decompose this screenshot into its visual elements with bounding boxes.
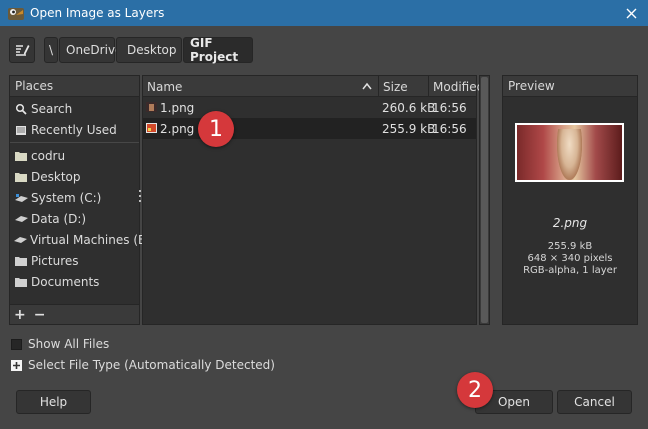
place-label: System (C:) bbox=[31, 190, 102, 205]
column-label: Modified bbox=[433, 79, 485, 94]
preview-panel: Preview 2.png 255.9 kB 648 × 340 pixels … bbox=[502, 75, 638, 325]
file-name: 2.png bbox=[160, 121, 195, 136]
place-label: Virtual Machines (E:) bbox=[30, 232, 155, 247]
button-label: Open bbox=[497, 395, 531, 409]
close-icon bbox=[626, 8, 636, 18]
place-data-d[interactable]: Data (D:) bbox=[10, 208, 139, 229]
places-toolbar: + − bbox=[10, 304, 139, 324]
image-file-icon bbox=[146, 102, 157, 112]
file-list-header: Name Size Modified bbox=[143, 76, 484, 97]
path-crumb-gif-project[interactable]: GIF Project bbox=[183, 36, 253, 64]
places-panel: Places Search Recently Used codru Deskto… bbox=[9, 75, 154, 325]
close-button[interactable] bbox=[614, 0, 648, 26]
help-button[interactable]: Help bbox=[16, 390, 91, 414]
drive-icon bbox=[14, 215, 28, 222]
places-separator bbox=[10, 142, 139, 143]
remove-bookmark-button[interactable]: − bbox=[34, 307, 46, 323]
open-image-dialog: Open Image as Layers \ OneDrive Desktop … bbox=[0, 0, 648, 429]
file-list-scrollbar[interactable] bbox=[479, 75, 490, 325]
file-size: 260.6 kB bbox=[382, 100, 436, 115]
checkbox-label: Show All Files bbox=[28, 337, 110, 351]
file-modified: 16:56 bbox=[432, 100, 467, 115]
place-codru[interactable]: codru bbox=[10, 145, 139, 166]
place-label: Data (D:) bbox=[31, 211, 87, 226]
title-bar: Open Image as Layers bbox=[0, 0, 648, 26]
file-modified: 16:56 bbox=[432, 121, 467, 136]
column-name-header[interactable]: Name bbox=[143, 76, 379, 97]
column-label: Size bbox=[383, 79, 408, 94]
preview-filesize: 255.9 kB bbox=[547, 241, 593, 252]
file-name: 1.png bbox=[160, 100, 195, 115]
file-row-2-selected[interactable]: 2.png 255.9 kB 16:56 bbox=[143, 118, 476, 139]
annotation-badge-2: 2 bbox=[457, 372, 493, 408]
edit-location-icon bbox=[16, 45, 30, 56]
place-system-c[interactable]: System (C:) bbox=[10, 187, 139, 208]
preview-header: Preview bbox=[503, 76, 637, 97]
expander-label: Select File Type (Automatically Detected… bbox=[28, 358, 275, 372]
place-recently-used[interactable]: Recently Used bbox=[10, 119, 139, 140]
checkbox-box bbox=[11, 338, 22, 350]
preview-dimensions: 648 × 340 pixels bbox=[527, 253, 613, 264]
place-label: codru bbox=[31, 148, 66, 163]
crumb-label: GIF Project bbox=[190, 36, 239, 64]
place-label: Recently Used bbox=[31, 122, 117, 137]
column-label: Name bbox=[147, 79, 183, 94]
path-crumb-root[interactable]: \ bbox=[44, 37, 58, 63]
document-stack-icon bbox=[16, 125, 26, 135]
windows-drive-icon bbox=[14, 193, 28, 202]
crumb-label: \ bbox=[48, 43, 54, 57]
folder-icon bbox=[15, 172, 27, 182]
place-label: Documents bbox=[31, 274, 100, 289]
pictures-folder-icon bbox=[15, 256, 27, 266]
image-file-icon bbox=[146, 123, 157, 133]
column-modified-header[interactable]: Modified bbox=[429, 76, 484, 97]
place-pictures[interactable]: Pictures bbox=[10, 250, 139, 271]
place-desktop[interactable]: Desktop bbox=[10, 166, 139, 187]
place-documents[interactable]: Documents bbox=[10, 271, 139, 292]
preview-filename: 2.png bbox=[552, 216, 588, 230]
gimp-app-icon bbox=[8, 8, 24, 20]
path-crumb-onedrive[interactable]: OneDrive bbox=[59, 37, 122, 63]
file-list: Name Size Modified 1.png 260.6 kB 16:56 … bbox=[142, 75, 484, 325]
preview-mode: RGB-alpha, 1 layer bbox=[523, 265, 617, 276]
expander-icon bbox=[11, 359, 22, 371]
annotation-badge-1: 1 bbox=[198, 111, 234, 147]
folder-icon bbox=[15, 151, 27, 161]
crumb-label: OneDrive bbox=[66, 43, 123, 57]
cancel-button[interactable]: Cancel bbox=[557, 390, 632, 414]
scrollbar-thumb[interactable] bbox=[481, 77, 488, 323]
file-row-1[interactable]: 1.png 260.6 kB 16:56 bbox=[143, 97, 476, 118]
button-label: Cancel bbox=[574, 395, 615, 409]
place-label: Search bbox=[31, 101, 73, 116]
places-header: Places bbox=[10, 76, 139, 97]
documents-folder-icon bbox=[15, 277, 27, 287]
place-search[interactable]: Search bbox=[10, 98, 139, 119]
place-label: Desktop bbox=[31, 169, 81, 184]
select-file-type-expander[interactable]: Select File Type (Automatically Detected… bbox=[11, 358, 275, 372]
button-label: Help bbox=[39, 395, 68, 409]
window-title: Open Image as Layers bbox=[30, 6, 165, 20]
add-bookmark-button[interactable]: + bbox=[14, 307, 26, 323]
crumb-label: Desktop bbox=[127, 43, 177, 57]
type-location-button[interactable] bbox=[9, 37, 35, 63]
file-size: 255.9 kB bbox=[382, 121, 436, 136]
search-icon bbox=[15, 103, 27, 115]
preview-thumbnail bbox=[515, 123, 624, 182]
drive-icon bbox=[14, 236, 27, 243]
sort-ascending-icon bbox=[362, 82, 372, 90]
column-size-header[interactable]: Size bbox=[379, 76, 429, 97]
place-label: Pictures bbox=[31, 253, 79, 268]
place-virtual-machines-e[interactable]: Virtual Machines (E:) bbox=[10, 229, 154, 250]
path-crumb-desktop[interactable]: Desktop bbox=[116, 37, 182, 63]
show-all-files-checkbox[interactable]: Show All Files bbox=[11, 337, 109, 351]
